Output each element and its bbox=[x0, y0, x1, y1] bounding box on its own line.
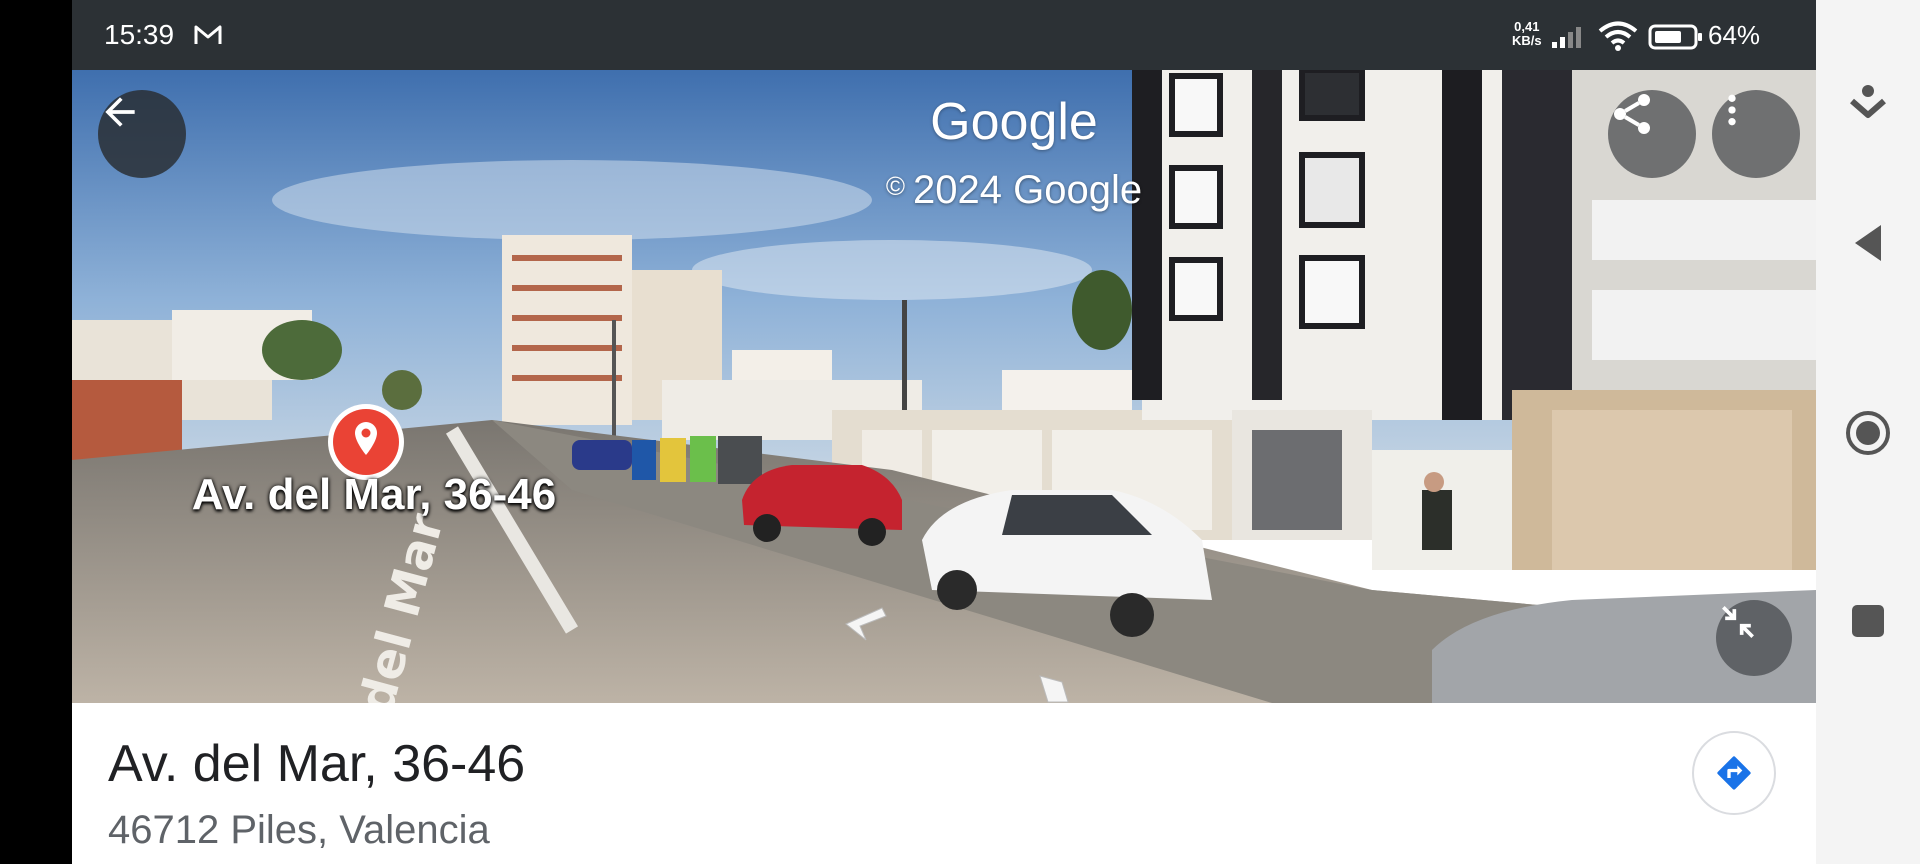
triangle-back-icon bbox=[1855, 225, 1881, 261]
exit-fullscreen-icon bbox=[1722, 606, 1754, 638]
street-view-panorama[interactable]: del Mar Google © 2024 Google Av. del Mar… bbox=[72, 70, 1816, 703]
status-time: 15:39 bbox=[104, 19, 175, 50]
pin-location-label: Av. del Mar, 36-46 bbox=[191, 470, 557, 519]
copyright-symbol: © bbox=[885, 171, 906, 201]
exit-fullscreen-button[interactable] bbox=[1716, 600, 1792, 676]
more-options-button[interactable] bbox=[1712, 90, 1800, 178]
share-icon bbox=[1614, 94, 1650, 134]
home-circle-icon bbox=[1846, 411, 1890, 455]
download-arrow-icon bbox=[1850, 85, 1886, 118]
network-speed-value: 0,41 bbox=[1514, 19, 1540, 34]
place-title: Av. del Mar, 36-46 bbox=[108, 735, 526, 793]
directions-icon bbox=[1717, 756, 1751, 790]
battery-percentage: 64% bbox=[1708, 20, 1761, 50]
copyright-notice: © 2024 Google bbox=[772, 168, 1256, 213]
network-speed: 0,41 KB/s bbox=[1512, 20, 1542, 48]
nav-back-button[interactable] bbox=[1816, 208, 1920, 278]
share-button[interactable] bbox=[1608, 90, 1696, 178]
nav-home-button[interactable] bbox=[1816, 398, 1920, 468]
google-watermark: Google bbox=[930, 93, 1098, 151]
back-button[interactable] bbox=[98, 90, 186, 178]
arrow-left-icon bbox=[105, 97, 135, 127]
copyright-text: 2024 Google bbox=[913, 168, 1143, 212]
place-subtitle: 46712 Piles, Valencia bbox=[108, 808, 490, 852]
status-bar: 15:39 0,41 KB/s 64% bbox=[72, 0, 1816, 70]
more-vert-icon bbox=[1728, 94, 1736, 126]
gmail-notification-icon bbox=[194, 24, 222, 50]
square-recents-icon bbox=[1852, 605, 1884, 637]
network-speed-unit: KB/s bbox=[1512, 33, 1542, 48]
system-navigation-bar bbox=[1816, 0, 1920, 864]
signal-icon bbox=[1550, 24, 1590, 52]
street-view-app: 15:39 0,41 KB/s 64% del Mar Google © 202… bbox=[72, 0, 1816, 864]
directions-button[interactable] bbox=[1692, 731, 1776, 815]
left-black-bar bbox=[0, 0, 72, 864]
pull-down-button[interactable] bbox=[1816, 70, 1920, 140]
wifi-icon bbox=[1598, 20, 1638, 56]
nav-recents-button[interactable] bbox=[1816, 586, 1920, 656]
battery-icon bbox=[1648, 24, 1704, 54]
street-scene-image: del Mar bbox=[72, 70, 1816, 703]
